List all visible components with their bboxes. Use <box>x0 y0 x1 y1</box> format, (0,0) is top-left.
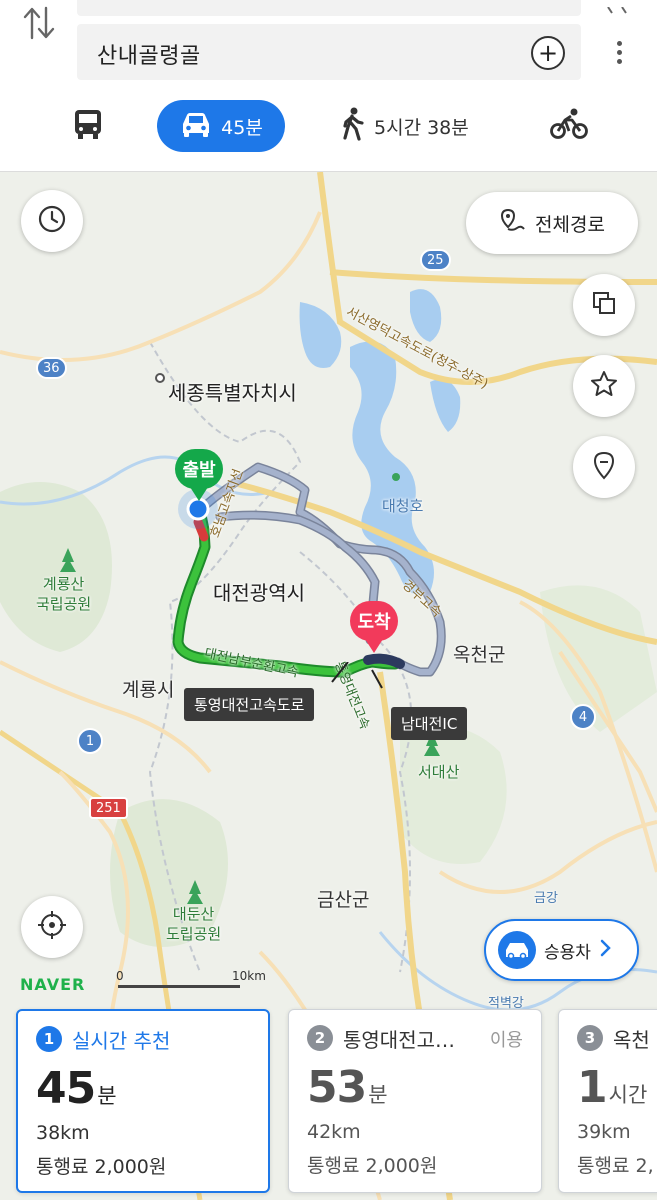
route-name: 실시간 추천 <box>72 1029 171 1053</box>
place-label-gyeryongsan: 계룡산 국립공원 <box>36 575 92 613</box>
route-distance: 42km <box>307 1121 361 1143</box>
full-route-label: 전체경로 <box>535 213 605 236</box>
origin-field[interactable] <box>77 0 581 16</box>
location-pin-button[interactable] <box>573 436 635 498</box>
map-scale-bar: 0 10km <box>116 969 268 991</box>
route-duration: 1시간 <box>577 1062 648 1113</box>
route-overview-icon <box>499 207 527 240</box>
callout-leader-lines <box>331 662 383 689</box>
location-pin-icon <box>591 450 617 484</box>
add-waypoint-button[interactable]: + <box>531 36 565 70</box>
transport-mode-tabs: 45분 5시간 38분 <box>0 100 657 152</box>
destination-pin-label: 도착 <box>350 601 398 641</box>
star-icon <box>589 369 619 403</box>
vehicle-type-button[interactable]: 승용차 <box>484 919 639 981</box>
ic-callout[interactable]: 남대전IC <box>391 707 468 740</box>
route-distance: 39km <box>577 1121 631 1143</box>
favorites-button[interactable] <box>573 355 635 417</box>
walk-icon <box>340 107 366 146</box>
place-label-daecheongho: 대청호 <box>382 497 424 515</box>
route-name: 옥천 <box>613 1028 650 1052</box>
plus-icon: + <box>537 39 559 67</box>
place-label-daedunsan: 대둔산 도립공원 <box>166 905 222 943</box>
vehicle-type-label: 승용차 <box>544 942 591 963</box>
tab-bike[interactable] <box>550 100 588 152</box>
route-duration: 45분 <box>36 1063 117 1114</box>
route-card-1[interactable]: 1 실시간 추천 45분 38km 통행료 2,000원 <box>16 1009 270 1193</box>
place-label-seodaesan: 서대산 <box>418 763 460 781</box>
naver-logo: NAVER <box>20 975 86 994</box>
more-options-icon[interactable] <box>607 38 631 78</box>
road-shield-251: 251 <box>89 797 128 819</box>
place-label-okcheon: 옥천군 <box>453 644 506 666</box>
start-pin-label: 출발 <box>175 449 223 489</box>
start-pin[interactable]: 출발 <box>175 449 223 501</box>
road-shield-36: 36 <box>36 357 67 379</box>
layers-button[interactable] <box>573 274 635 336</box>
navigation-screen: 산내골령골 + 45분 5시간 38분 세종특별자치시 대전광역시 계룡시 옥천… <box>0 0 657 1200</box>
scale-start: 0 <box>116 969 124 983</box>
car-icon <box>498 931 536 969</box>
route-note: 이용 <box>489 1030 523 1051</box>
route-rank-badge: 3 <box>577 1025 603 1051</box>
swap-direction-icon[interactable] <box>22 4 56 42</box>
route-card-3[interactable]: 3 옥천 1시간 39km 통행료 2, <box>558 1009 657 1193</box>
route-rank-badge: 2 <box>307 1025 333 1051</box>
road-shield-25: 25 <box>420 249 451 271</box>
river-label-geumgang: 금강 <box>534 891 558 906</box>
chevron-right-icon <box>599 938 613 963</box>
destination-field[interactable]: 산내골령골 + <box>77 24 581 80</box>
road-shield-1: 1 <box>77 728 103 754</box>
route-rank-badge: 1 <box>36 1026 62 1052</box>
top-partial-icon <box>602 0 632 14</box>
tab-car[interactable]: 45분 <box>157 100 285 152</box>
car-time-label: 45분 <box>221 116 263 139</box>
route-toll: 통행료 2, <box>577 1155 654 1177</box>
tab-bus[interactable] <box>72 100 104 152</box>
route-distance: 38km <box>36 1122 90 1144</box>
destination-text: 산내골령골 <box>97 44 201 69</box>
place-label-sejong: 세종특별자치시 <box>168 381 297 405</box>
route-card-2[interactable]: 2 통영대전고… 이용 53분 42km 통행료 2,000원 <box>288 1009 542 1193</box>
bike-icon <box>550 107 588 146</box>
layers-icon <box>590 289 618 321</box>
place-label-daejeon: 대전광역시 <box>213 581 305 605</box>
road-shield-4: 4 <box>570 704 596 730</box>
destination-pin[interactable]: 도착 <box>350 601 398 653</box>
full-route-button[interactable]: 전체경로 <box>466 192 638 254</box>
road-callout[interactable]: 통영대전고속도로 <box>184 688 315 721</box>
route-duration: 53분 <box>307 1062 388 1113</box>
walk-time-label: 5시간 38분 <box>374 116 469 139</box>
my-location-button[interactable] <box>21 896 83 958</box>
clock-icon <box>37 204 67 238</box>
scale-end: 10km <box>232 969 266 983</box>
route-search-header: 산내골령골 + 45분 5시간 38분 <box>0 0 657 172</box>
place-label-gyeryong: 계룡시 <box>122 679 175 701</box>
bus-icon <box>72 107 104 146</box>
route-toll: 통행료 2,000원 <box>307 1155 438 1177</box>
route-toll: 통행료 2,000원 <box>36 1156 167 1178</box>
place-label-geumsan: 금산군 <box>317 889 370 911</box>
history-button[interactable] <box>21 190 83 252</box>
crosshair-icon <box>37 910 67 944</box>
car-icon <box>179 110 213 143</box>
route-name: 통영대전고… <box>343 1028 455 1052</box>
tab-walk[interactable]: 5시간 38분 <box>340 100 469 152</box>
